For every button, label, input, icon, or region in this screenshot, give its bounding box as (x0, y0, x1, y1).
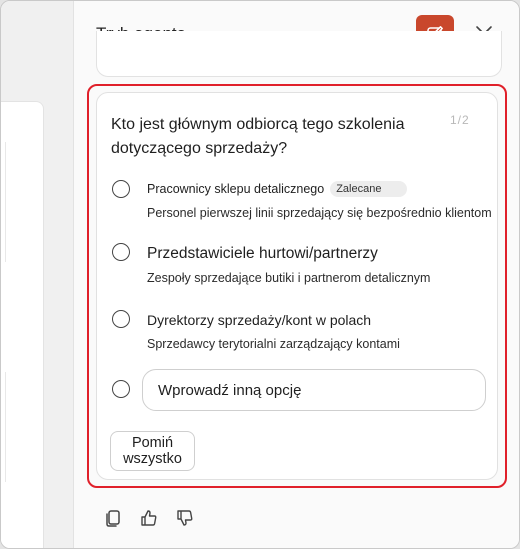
previous-message-card (96, 31, 502, 77)
other-option-input[interactable] (142, 369, 486, 411)
canvas-line (5, 372, 6, 482)
option-retail-staff[interactable]: Pracownicy sklepu detalicznego Zalecane P… (112, 178, 507, 222)
left-pane (1, 1, 74, 548)
option-title: Przedstawiciele hurtowi/partnerzy (147, 245, 378, 262)
radio-button[interactable] (112, 310, 130, 328)
document-canvas[interactable] (1, 101, 44, 548)
thumbs-down-icon (177, 510, 193, 526)
thumbs-up-icon (141, 510, 157, 526)
dislike-button[interactable] (172, 505, 198, 531)
copy-icon (106, 510, 120, 527)
copy-button[interactable] (100, 505, 126, 531)
option-title: Pracownicy sklepu detalicznego Zalecane (147, 181, 408, 197)
radio-button[interactable] (112, 243, 130, 261)
option-other[interactable] (112, 380, 132, 400)
option-wholesale-partners[interactable]: Przedstawiciele hurtowi/partnerzy Zespoł… (112, 243, 507, 287)
recommended-badge: Zalecane (330, 181, 408, 197)
page-indicator: 1/2 (450, 113, 470, 127)
skip-all-button[interactable]: Pomiń wszystko (110, 431, 195, 471)
option-description: Sprzedawcy terytorialni zarządzający kon… (147, 337, 400, 351)
option-field-sales-directors[interactable]: Dyrektorzy sprzedaży/kont w polach Sprze… (112, 310, 507, 354)
option-title: Dyrektorzy sprzedaży/kont w polach (147, 312, 372, 328)
canvas-line (5, 142, 6, 262)
option-description: Personel pierwszej linii sprzedający się… (147, 206, 492, 220)
option-description: Zespoły sprzedające butiki i partnerom d… (147, 271, 431, 285)
radio-button[interactable] (112, 180, 130, 198)
question-text: Kto jest głównym odbiorcą tego szkolenia… (111, 116, 405, 157)
like-button[interactable] (136, 505, 162, 531)
radio-button[interactable] (112, 380, 130, 398)
